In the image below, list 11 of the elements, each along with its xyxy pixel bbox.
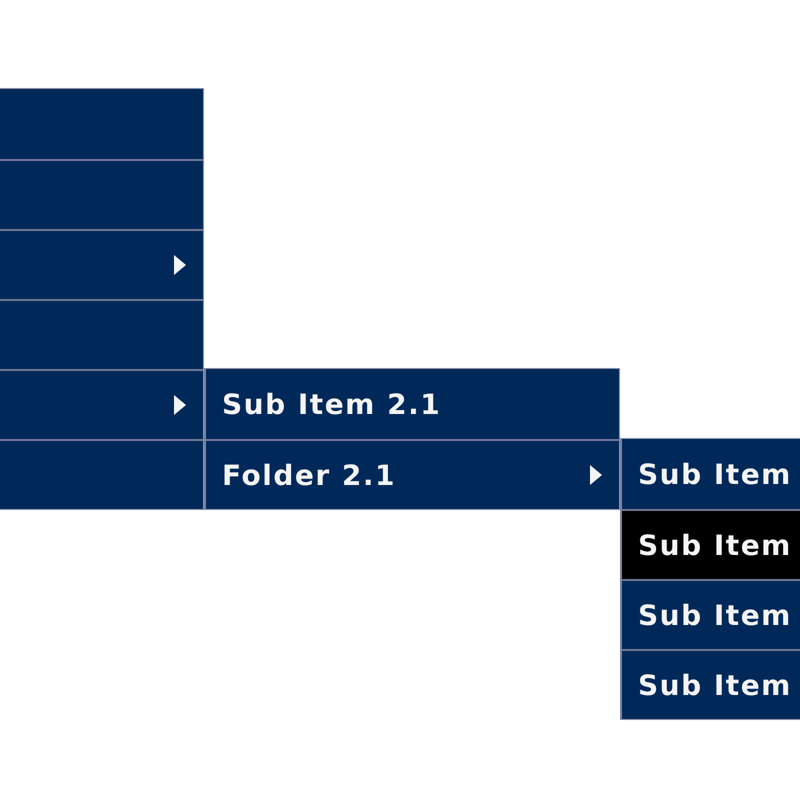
menu-item[interactable]: Sub Item: [622, 579, 800, 649]
menu-item[interactable]: [0, 159, 203, 229]
menu-item[interactable]: Folder 2.1: [206, 439, 619, 509]
menu-item[interactable]: [0, 369, 203, 439]
menu-item[interactable]: Sub Item 2.1: [206, 369, 619, 439]
menu-item[interactable]: Sub Item: [622, 509, 800, 579]
menu-item[interactable]: [0, 299, 203, 369]
menu-item[interactable]: [0, 439, 203, 509]
menu-item[interactable]: Sub Item: [622, 439, 800, 509]
menu-item[interactable]: [0, 229, 203, 299]
menu-item[interactable]: Sub Item: [622, 649, 800, 719]
